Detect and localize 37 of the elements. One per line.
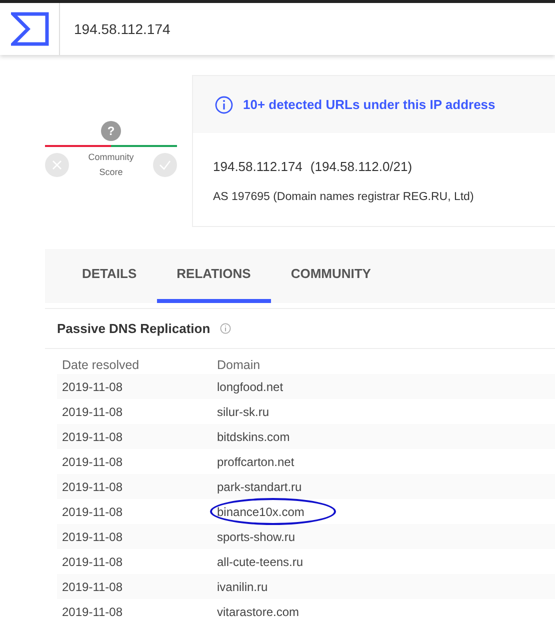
domain-link[interactable]: silur-sk.ru — [217, 402, 270, 421]
domain-link[interactable]: all-cute-teens.ru — [217, 552, 304, 571]
ip-range: (194.58.112.0/21) — [310, 158, 412, 176]
tab[interactable]: DETAILS — [62, 248, 157, 303]
domain-link[interactable]: ivanilin.ru — [217, 578, 268, 596]
domain-link[interactable]: bitdskins.com — [217, 428, 290, 446]
date-cell: 2019-11-08 — [62, 380, 122, 394]
info-icon — [215, 96, 233, 114]
date-cell: 2019-11-08 — [62, 530, 122, 544]
info-icon — [220, 323, 232, 334]
date-cell: 2019-11-08 — [62, 580, 122, 594]
date-cell: 2019-11-08 — [62, 430, 122, 444]
close-icon[interactable] — [45, 153, 69, 178]
logo-icon[interactable] — [10, 12, 48, 46]
domain-link[interactable]: binance10x.com — [217, 502, 304, 521]
domain-link[interactable]: sports-show.ru — [217, 528, 296, 546]
date-cell: 2019-11-08 — [62, 454, 122, 469]
domain-link[interactable]: park-standart.ru — [217, 478, 302, 496]
date-cell: 2019-11-08 — [62, 480, 122, 494]
community-score-marker: ? — [101, 121, 121, 142]
search-field[interactable]: 194.58.112.174 — [60, 3, 555, 55]
date-cell: 2019-11-08 — [62, 404, 122, 419]
column-header: Date resolved — [61, 357, 140, 374]
asn-text: AS 197695 (Domain names registrar REG.RU, Ltd) — [213, 190, 475, 204]
tab[interactable]: COMMUNITY — [270, 248, 391, 303]
tab[interactable]: RELATIONS — [156, 248, 271, 303]
domain-link[interactable]: vitarastore.com — [217, 602, 300, 621]
domain-link[interactable]: longfood.net — [217, 378, 284, 396]
domain-link[interactable]: proffcarton.net — [217, 452, 294, 471]
section-title: Passive DNS Replication — [57, 320, 210, 338]
date-cell: 2019-11-08 — [62, 504, 122, 519]
ip-address: 194.58.112.174 — [213, 158, 302, 176]
community-score-label: Community Score — [87, 151, 135, 180]
check-icon[interactable] — [153, 153, 177, 178]
date-cell: 2019-11-08 — [62, 554, 122, 569]
date-cell: 2019-11-08 — [62, 604, 122, 619]
column-header: Domain — [217, 357, 260, 374]
